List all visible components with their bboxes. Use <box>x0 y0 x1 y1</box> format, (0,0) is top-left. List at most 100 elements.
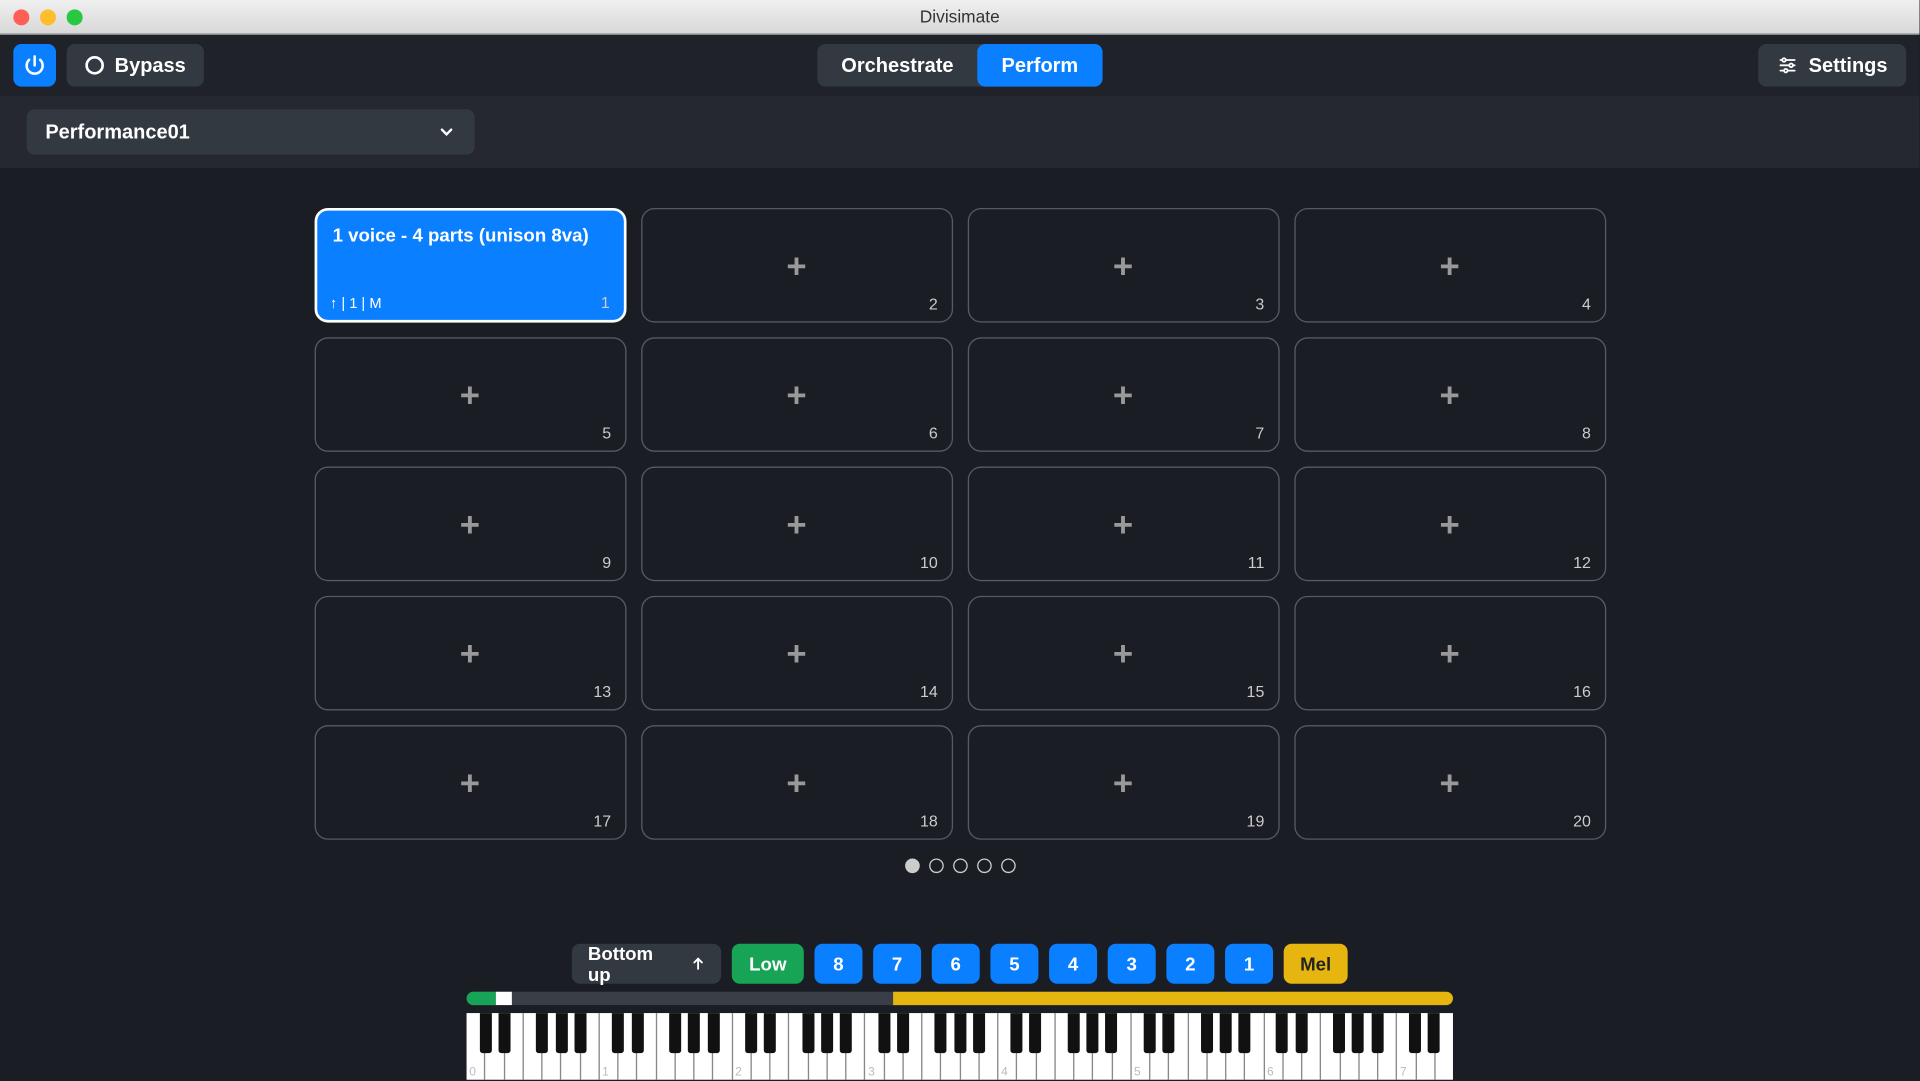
black-key[interactable] <box>840 1013 852 1053</box>
zone-low <box>467 992 496 1005</box>
page-dot-3[interactable] <box>976 858 991 873</box>
black-key[interactable] <box>631 1013 643 1053</box>
preset-slot-14[interactable]: +14 <box>641 596 953 711</box>
preset-slot-6[interactable]: +6 <box>641 337 953 452</box>
black-key[interactable] <box>1030 1013 1042 1053</box>
black-key[interactable] <box>669 1013 681 1053</box>
preset-slot-17[interactable]: +17 <box>314 725 626 840</box>
preset-slot-3[interactable]: +3 <box>967 208 1279 323</box>
tab-perform[interactable]: Perform <box>978 44 1103 87</box>
slot-number: 16 <box>1573 682 1591 701</box>
zone-mel <box>893 992 1453 1005</box>
plus-icon: + <box>1440 633 1460 674</box>
preset-slot-15[interactable]: +15 <box>967 596 1279 711</box>
bypass-button[interactable]: Bypass <box>67 44 205 87</box>
preset-slot-16[interactable]: +16 <box>1294 596 1606 711</box>
black-key[interactable] <box>1200 1013 1212 1053</box>
preset-slot-19[interactable]: +19 <box>967 725 1279 840</box>
control-row: Bottom up Low 87654321 Mel <box>572 925 1348 992</box>
voice-button-7[interactable]: 7 <box>873 944 921 984</box>
black-key[interactable] <box>1238 1013 1250 1053</box>
black-key[interactable] <box>954 1013 966 1053</box>
voice-button-6[interactable]: 6 <box>932 944 980 984</box>
black-key[interactable] <box>973 1013 985 1053</box>
black-key[interactable] <box>1068 1013 1080 1053</box>
voice-button-1[interactable]: 1 <box>1225 944 1273 984</box>
black-key[interactable] <box>821 1013 833 1053</box>
power-button[interactable] <box>13 44 56 87</box>
preset-slot-8[interactable]: +8 <box>1294 337 1606 452</box>
black-key[interactable] <box>480 1013 492 1053</box>
preset-slot-13[interactable]: +13 <box>314 596 626 711</box>
black-key[interactable] <box>1333 1013 1345 1053</box>
piano-keyboard[interactable]: 01234567 <box>467 1013 1453 1080</box>
zone-handle[interactable] <box>496 992 512 1005</box>
preset-slot-5[interactable]: +5 <box>314 337 626 452</box>
preset-slot-12[interactable]: +12 <box>1294 467 1606 582</box>
preset-slot-4[interactable]: +4 <box>1294 208 1606 323</box>
black-key[interactable] <box>1162 1013 1174 1053</box>
preset-slot-9[interactable]: +9 <box>314 467 626 582</box>
preset-slot-18[interactable]: +18 <box>641 725 953 840</box>
black-key[interactable] <box>498 1013 510 1053</box>
black-key[interactable] <box>1276 1013 1288 1053</box>
performance-select[interactable]: Performance01 <box>27 109 475 154</box>
black-key[interactable] <box>555 1013 567 1053</box>
black-key[interactable] <box>1352 1013 1364 1053</box>
page-dot-4[interactable] <box>1000 858 1015 873</box>
preset-slot-1[interactable]: 1 voice - 4 parts (unison 8va)↑ | 1 | M1 <box>314 208 626 323</box>
preset-slot-11[interactable]: +11 <box>967 467 1279 582</box>
black-key[interactable] <box>1409 1013 1421 1053</box>
tab-orchestrate[interactable]: Orchestrate <box>817 44 977 87</box>
close-icon[interactable] <box>13 9 29 25</box>
black-key[interactable] <box>536 1013 548 1053</box>
page-dot-0[interactable] <box>904 858 919 873</box>
black-key[interactable] <box>1295 1013 1307 1053</box>
black-key[interactable] <box>745 1013 757 1053</box>
black-key[interactable] <box>688 1013 700 1053</box>
black-key[interactable] <box>1143 1013 1155 1053</box>
maximize-icon[interactable] <box>67 9 83 25</box>
slot-number: 8 <box>1582 424 1591 443</box>
mel-button[interactable]: Mel <box>1284 944 1348 984</box>
black-key[interactable] <box>574 1013 586 1053</box>
black-key[interactable] <box>935 1013 947 1053</box>
voice-button-5[interactable]: 5 <box>990 944 1038 984</box>
black-key[interactable] <box>1371 1013 1383 1053</box>
black-key[interactable] <box>612 1013 624 1053</box>
black-key[interactable] <box>1087 1013 1099 1053</box>
page-dot-1[interactable] <box>928 858 943 873</box>
page-dot-2[interactable] <box>952 858 967 873</box>
keyboard-zone-bar[interactable] <box>467 992 1453 1005</box>
preset-slot-7[interactable]: +7 <box>967 337 1279 452</box>
plus-icon: + <box>460 762 480 803</box>
preset-slot-2[interactable]: +2 <box>641 208 953 323</box>
mode-toggle: Orchestrate Perform <box>817 44 1102 87</box>
voice-button-4[interactable]: 4 <box>1049 944 1097 984</box>
black-key[interactable] <box>1011 1013 1023 1053</box>
voice-button-3[interactable]: 3 <box>1108 944 1156 984</box>
plus-icon: + <box>786 762 806 803</box>
black-key[interactable] <box>764 1013 776 1053</box>
slot-number: 20 <box>1573 812 1591 831</box>
black-key[interactable] <box>707 1013 719 1053</box>
black-key[interactable] <box>878 1013 890 1053</box>
preset-slot-10[interactable]: +10 <box>641 467 953 582</box>
slot-number: 1 <box>601 293 610 312</box>
settings-button[interactable]: Settings <box>1758 44 1906 87</box>
black-key[interactable] <box>1219 1013 1231 1053</box>
window-title: Divisimate <box>920 7 1000 27</box>
black-key[interactable] <box>1106 1013 1118 1053</box>
direction-button[interactable]: Bottom up <box>572 944 721 984</box>
minimize-icon[interactable] <box>40 9 56 25</box>
low-label: Low <box>749 953 786 974</box>
black-key[interactable] <box>897 1013 909 1053</box>
black-key[interactable] <box>802 1013 814 1053</box>
voice-button-8[interactable]: 8 <box>814 944 862 984</box>
slot-title: 1 voice - 4 parts (unison 8va) <box>333 224 589 245</box>
slot-number: 17 <box>593 812 611 831</box>
low-button[interactable]: Low <box>732 944 804 984</box>
black-key[interactable] <box>1428 1013 1440 1053</box>
preset-slot-20[interactable]: +20 <box>1294 725 1606 840</box>
voice-button-2[interactable]: 2 <box>1166 944 1214 984</box>
